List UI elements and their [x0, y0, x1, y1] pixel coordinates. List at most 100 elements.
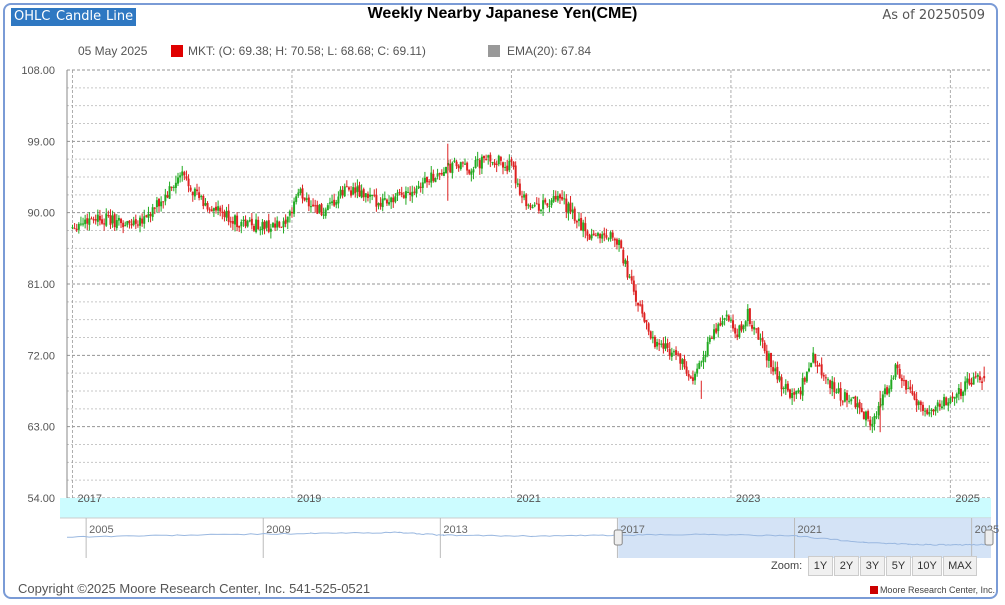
candle-body[interactable]	[913, 393, 916, 400]
candle-body[interactable]	[964, 381, 967, 392]
candlestick-series[interactable]	[71, 143, 986, 433]
candle-body[interactable]	[715, 328, 718, 333]
candle-body[interactable]	[236, 215, 239, 228]
candle-body[interactable]	[478, 160, 481, 169]
candle-body[interactable]	[187, 178, 190, 187]
candle-body[interactable]	[430, 172, 433, 183]
candle-body[interactable]	[833, 382, 836, 393]
candle-body[interactable]	[297, 192, 300, 196]
candle-body[interactable]	[852, 396, 855, 399]
candle-body[interactable]	[843, 392, 846, 402]
candle-body[interactable]	[124, 225, 127, 227]
candle-body[interactable]	[451, 162, 454, 174]
candle-body[interactable]	[198, 192, 201, 199]
candle-body[interactable]	[594, 235, 597, 237]
candle-body[interactable]	[445, 166, 448, 174]
candle-body[interactable]	[191, 191, 194, 196]
candle-body[interactable]	[789, 389, 792, 398]
candle-body[interactable]	[170, 186, 173, 188]
candle-body[interactable]	[377, 203, 380, 206]
candle-body[interactable]	[284, 219, 287, 224]
candle-body[interactable]	[86, 218, 89, 224]
candle-body[interactable]	[611, 232, 614, 238]
candle-body[interactable]	[141, 218, 144, 224]
candle-body[interactable]	[681, 359, 684, 364]
candle-body[interactable]	[402, 195, 405, 198]
candle-body[interactable]	[90, 218, 93, 220]
candle-body[interactable]	[504, 166, 507, 168]
candle-body[interactable]	[871, 423, 874, 427]
candle-body[interactable]	[554, 195, 557, 200]
candle-body[interactable]	[390, 197, 393, 203]
candle-body[interactable]	[356, 186, 359, 192]
candle-body[interactable]	[183, 172, 186, 176]
candle-body[interactable]	[411, 191, 414, 197]
candle-body[interactable]	[82, 223, 85, 225]
candle-body[interactable]	[930, 409, 933, 412]
candle-body[interactable]	[143, 216, 146, 224]
candle-body[interactable]	[531, 207, 534, 209]
candle-body[interactable]	[886, 387, 889, 395]
candle-body[interactable]	[660, 343, 663, 345]
candle-body[interactable]	[295, 196, 298, 202]
candle-body[interactable]	[573, 208, 576, 221]
candle-body[interactable]	[225, 211, 228, 218]
candle-body[interactable]	[134, 219, 137, 224]
candle-body[interactable]	[217, 206, 220, 211]
candle-body[interactable]	[856, 403, 859, 408]
candle-body[interactable]	[763, 342, 766, 351]
candle-body[interactable]	[978, 376, 981, 381]
candle-body[interactable]	[79, 223, 82, 225]
candle-body[interactable]	[128, 220, 131, 224]
candle-body[interactable]	[630, 276, 633, 281]
candle-body[interactable]	[685, 366, 688, 374]
candle-body[interactable]	[814, 354, 817, 364]
candle-body[interactable]	[624, 259, 627, 265]
candle-body[interactable]	[727, 315, 730, 321]
candle-body[interactable]	[71, 227, 74, 229]
candle-body[interactable]	[326, 205, 329, 211]
candle-body[interactable]	[103, 223, 106, 225]
candle-body[interactable]	[246, 221, 249, 227]
candle-body[interactable]	[320, 204, 323, 215]
candle-body[interactable]	[622, 249, 625, 264]
candle-body[interactable]	[934, 406, 937, 412]
candle-body[interactable]	[548, 205, 551, 207]
candle-body[interactable]	[160, 201, 163, 207]
candle-body[interactable]	[890, 379, 893, 390]
candle-body[interactable]	[73, 228, 76, 230]
candle-body[interactable]	[567, 203, 570, 214]
candle-body[interactable]	[696, 368, 699, 374]
candle-body[interactable]	[212, 208, 215, 211]
candle-body[interactable]	[596, 233, 599, 236]
candle-body[interactable]	[358, 185, 361, 197]
candle-body[interactable]	[318, 205, 321, 213]
candle-body[interactable]	[911, 391, 914, 395]
candle-body[interactable]	[582, 222, 585, 232]
candle-body[interactable]	[105, 213, 108, 226]
candle-body[interactable]	[561, 197, 564, 200]
candle-body[interactable]	[907, 388, 910, 390]
candle-body[interactable]	[413, 191, 416, 193]
candle-body[interactable]	[746, 308, 749, 322]
candle-body[interactable]	[461, 162, 464, 164]
candle-body[interactable]	[563, 198, 566, 200]
candle-body[interactable]	[480, 156, 483, 169]
candle-body[interactable]	[723, 317, 726, 320]
candle-body[interactable]	[396, 192, 399, 196]
candle-body[interactable]	[436, 173, 439, 177]
candle-body[interactable]	[147, 213, 150, 218]
navigator-left-handle[interactable]	[613, 529, 623, 546]
candle-body[interactable]	[744, 321, 747, 327]
candle-body[interactable]	[476, 158, 479, 161]
candle-body[interactable]	[776, 366, 779, 380]
candle-body[interactable]	[153, 207, 156, 209]
candle-body[interactable]	[924, 410, 927, 412]
candle-body[interactable]	[96, 214, 99, 222]
candle-body[interactable]	[713, 329, 716, 339]
candle-body[interactable]	[725, 314, 728, 317]
candle-body[interactable]	[759, 338, 762, 340]
candle-body[interactable]	[233, 215, 236, 225]
candle-body[interactable]	[231, 220, 234, 224]
candle-body[interactable]	[107, 215, 110, 217]
